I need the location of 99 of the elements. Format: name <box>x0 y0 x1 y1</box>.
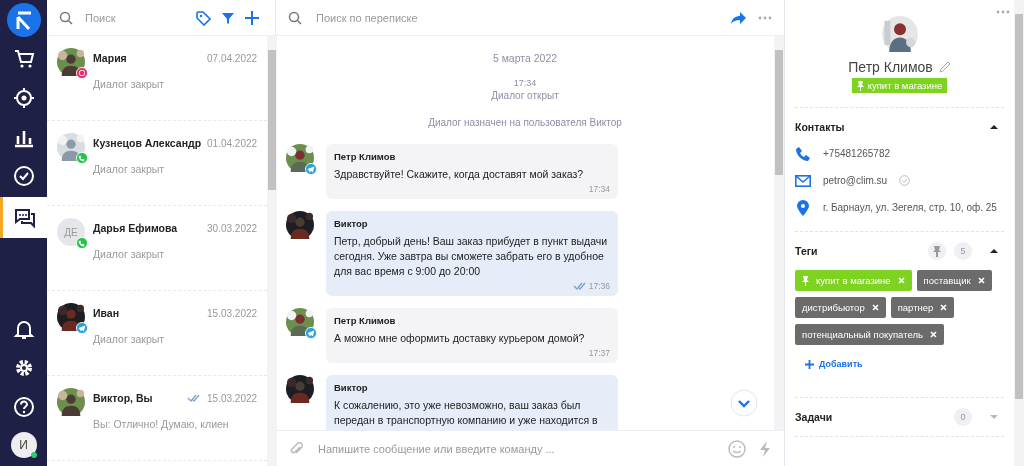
close-icon[interactable] <box>871 304 879 311</box>
tag-label: поставщик <box>923 275 971 286</box>
tag-count: 5 <box>954 242 972 260</box>
help-icon <box>12 395 35 418</box>
scrollbar[interactable] <box>267 36 278 466</box>
add-tag-link[interactable]: Добавить <box>805 359 1004 369</box>
contact-name: Виктор, Вы <box>93 392 154 404</box>
date-divider: 5 марта 2022 <box>491 52 559 64</box>
tag-label: партнер <box>897 302 934 313</box>
more-icon[interactable] <box>758 15 772 20</box>
search-icon <box>59 10 73 25</box>
contact-detail: +75481265782 <box>823 148 891 159</box>
add-icon[interactable] <box>245 10 259 25</box>
paper-plane-icon <box>305 327 317 339</box>
contact-name: Петр Климов <box>848 59 933 75</box>
paper-plane-icon <box>76 322 88 334</box>
conversation-date: 07.04.2022 <box>207 52 258 64</box>
check-circle-icon <box>12 164 35 187</box>
conversation-item[interactable]: Кузнецов Александр 01.04.2022 Диалог закрыт <box>47 121 268 206</box>
filter-icon[interactable] <box>221 10 235 25</box>
message-text: Петр, добрый день! Ваш заказ прибудет в пункт выдачи сегодня. Уже завтра вы сможете забрать его в удобное для вас время с 9:00 до 20:00 <box>334 234 609 279</box>
contact-detail: г. Барнаул, ул. Зегеля, стр. 10, оф. 25 <box>823 202 997 213</box>
phone-badge-icon <box>76 237 88 249</box>
target-icon <box>12 86 35 109</box>
contact-name: Мария <box>93 52 128 64</box>
message-text: А можно мне оформить доставку курьером домой? <box>334 331 585 346</box>
paper-plane-icon <box>305 163 317 175</box>
conversation-item[interactable]: Иван 15.03.2022 Диалог закрыт <box>47 291 268 376</box>
close-icon[interactable] <box>929 331 937 338</box>
tag-label: дистрибьютор <box>802 302 865 313</box>
user-avatar[interactable]: И <box>10 432 37 458</box>
phone-badge-icon <box>76 152 88 164</box>
tag-label: купит в магазине <box>816 275 891 286</box>
caret-icon[interactable] <box>990 124 998 130</box>
message-time: 17:34 <box>588 183 610 196</box>
chat-icon <box>14 206 36 229</box>
system-message: Диалог назначен на пользователя Виктор <box>427 117 623 128</box>
conversation-preview: Диалог закрыт <box>93 163 166 175</box>
add-icon <box>805 359 814 369</box>
conversation-item[interactable]: Мария 07.04.2022 Диалог закрыт <box>47 36 268 121</box>
section-title: Теги <box>795 245 818 257</box>
tag-chip[interactable]: поставщик <box>916 270 992 291</box>
pencil-icon[interactable] <box>938 61 951 73</box>
sender-name: Виктор <box>334 382 369 393</box>
forward-icon[interactable] <box>730 10 746 25</box>
tag-chip[interactable]: партнер <box>890 297 955 318</box>
camera-badge-icon <box>76 67 88 79</box>
message-text: К сожалению, это уже невозможно, ваш заказ был передан в транспортную компанию и уже находится в <box>334 398 599 428</box>
sender-name: Петр Климов <box>334 315 397 326</box>
pin-icon <box>802 275 809 286</box>
system-message: Диалог открыт <box>490 90 560 101</box>
conversation-preview: Диалог закрыт <box>93 333 166 345</box>
contact-name: Кузнецов Александр <box>93 137 202 149</box>
initials-avatar: ДЕ <box>57 218 85 246</box>
event-time: 17:34 <box>512 78 538 88</box>
tag-chip[interactable]: дистрибьютор <box>795 297 886 318</box>
paperclip-icon[interactable] <box>288 440 304 457</box>
task-count: 0 <box>954 408 972 426</box>
chat-search-field[interactable]: Поиск по переписке <box>314 10 718 25</box>
more-icon[interactable] <box>996 10 1010 14</box>
contact-detail: petro@clim.su <box>823 175 888 186</box>
tag-label: купит в магазине <box>867 80 943 91</box>
conversation-date: 15.03.2022 <box>207 307 258 319</box>
conversation-preview: Вы: Отлично! Думаю, клиен <box>93 418 230 430</box>
conversation-preview: Диалог закрыт <box>93 78 166 90</box>
pin-icon <box>856 80 864 91</box>
tag-chip[interactable]: потенциальный покупатель <box>795 324 944 345</box>
message-time: 17:36 <box>588 280 610 293</box>
tag-icon[interactable] <box>195 9 211 26</box>
scrollbar[interactable] <box>1014 0 1024 466</box>
sender-name: Виктор <box>334 218 369 229</box>
message-input[interactable]: Напишите сообщение или введите команду ... <box>316 441 716 456</box>
search-icon <box>288 10 302 25</box>
conversation-date: 01.04.2022 <box>207 137 258 149</box>
section-title: Задачи <box>795 411 833 423</box>
cart-icon <box>12 47 35 70</box>
phone-icon[interactable] <box>795 145 811 162</box>
message-text: Здравствуйте! Скажите, когда доставят мой заказ? <box>334 167 584 182</box>
close-icon[interactable] <box>977 277 985 284</box>
scroll-down-button[interactable] <box>730 389 758 417</box>
pin-icon[interactable] <box>928 242 946 260</box>
caret-icon[interactable] <box>990 248 998 254</box>
conversation-date: 15.03.2022 <box>207 392 258 404</box>
conversation-date: 30.03.2022 <box>207 222 258 234</box>
conversation-item[interactable]: Виктор, Вы 15.03.2022 Вы: Отлично! Думаю, клиен <box>47 376 268 461</box>
nav-button[interactable] <box>0 197 47 238</box>
close-icon[interactable] <box>940 304 948 311</box>
section-title: Контакты <box>795 121 845 133</box>
location-pin-icon[interactable] <box>795 199 811 216</box>
search-field[interactable]: Поиск <box>83 10 167 25</box>
tag-label: потенциальный покупатель <box>802 329 923 340</box>
envelope-icon[interactable] <box>795 174 811 187</box>
add-label: Добавить <box>819 359 863 369</box>
message-time: 17:37 <box>588 347 610 360</box>
contact-name: Дарья Ефимова <box>93 222 179 234</box>
scrollbar[interactable] <box>774 36 784 430</box>
contact-name: Иван <box>93 307 121 319</box>
conversation-preview: Диалог закрыт <box>93 248 166 260</box>
sender-name: Петр Климов <box>334 151 397 162</box>
